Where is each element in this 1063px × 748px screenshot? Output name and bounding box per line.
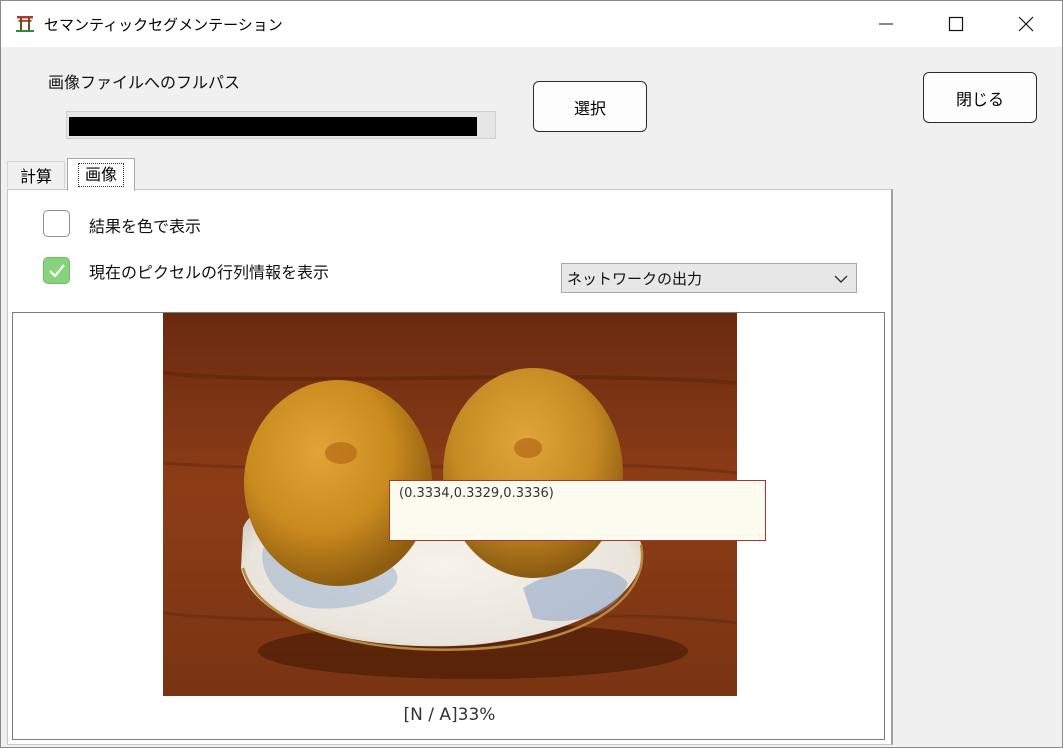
pixel-info-label: 現在のピクセルの行列情報を表示	[89, 263, 330, 282]
pixel-info-checkbox[interactable]	[43, 257, 70, 284]
minimize-icon	[879, 23, 893, 25]
path-label: 画像ファイルへのフルパス	[48, 73, 241, 92]
tab-image[interactable]: 画像	[67, 158, 135, 191]
checkmark-icon	[49, 264, 65, 278]
window-title: セマンティックセグメンテーション	[44, 16, 283, 34]
path-field[interactable]	[66, 111, 496, 139]
title-bar: セマンティックセグメンテーション	[1, 1, 1062, 47]
color-result-checkbox[interactable]	[43, 210, 70, 237]
torii-icon	[15, 13, 35, 33]
tab-calculation[interactable]: 計算	[7, 161, 65, 188]
status-label: [N / A]33%	[403, 705, 496, 725]
close-icon	[1018, 16, 1034, 32]
app-window: セマンティックセグメンテーション 画像ファイルへのフルパス 選択 閉じる 計算 …	[0, 0, 1063, 748]
image-viewer[interactable]: (0.3334,0.3329,0.3336) [N / A]33%	[12, 312, 885, 740]
minimize-button[interactable]	[851, 1, 921, 47]
close-window-button[interactable]	[991, 1, 1061, 47]
chevron-down-icon	[834, 275, 848, 283]
output-select-value: ネットワークの出力	[567, 269, 703, 288]
tab-image-label: 画像	[77, 163, 124, 187]
image-tab-panel: 結果を色で表示 現在のピクセルの行列情報を表示 ネットワークの出力 (0.333…	[7, 189, 893, 745]
maximize-icon	[948, 16, 964, 32]
select-button[interactable]: 選択	[533, 81, 647, 132]
pixel-value-tooltip: (0.3334,0.3329,0.3336)	[389, 480, 766, 541]
color-result-label: 結果を色で表示	[89, 217, 202, 236]
maximize-button[interactable]	[921, 1, 991, 47]
output-select[interactable]: ネットワークの出力	[561, 263, 857, 293]
tab-calculation-label: 計算	[19, 167, 52, 186]
close-button[interactable]: 閉じる	[923, 72, 1037, 123]
path-value-redacted	[69, 117, 477, 136]
